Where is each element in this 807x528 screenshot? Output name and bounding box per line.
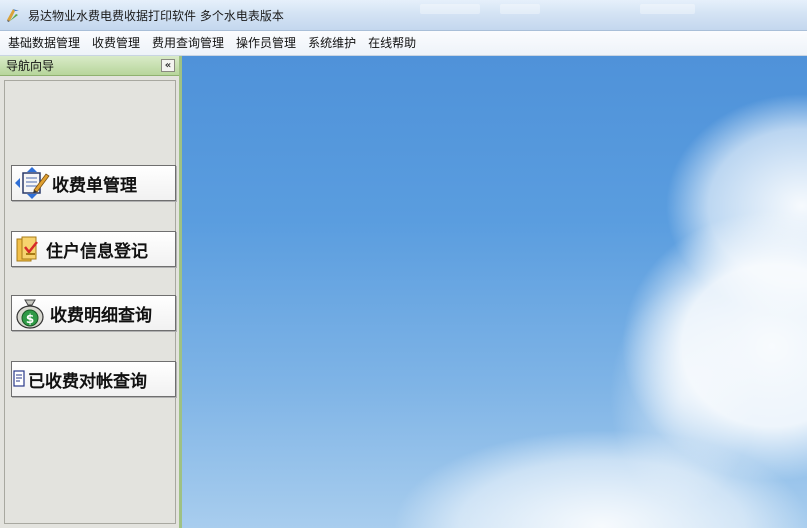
menu-operator-management[interactable]: 操作员管理	[230, 32, 302, 54]
collapse-button[interactable]: «	[161, 59, 175, 72]
nav-buttons-container: 收费单管理 住户信息登记 $ 收费明细查询 已收费对帐查询	[4, 80, 176, 524]
nav-button-label: 已收费对帐查询	[28, 371, 147, 392]
title-bar: 易达物业水费电费收据打印软件 多个水电表版本	[0, 0, 807, 31]
document-icon	[13, 370, 25, 387]
title-bar-decoration	[420, 4, 480, 14]
folder-check-icon	[16, 236, 38, 262]
menu-bar: 基础数据管理 收费管理 费用查询管理 操作员管理 系统维护 在线帮助	[0, 31, 807, 56]
app-window: 易达物业水费电费收据打印软件 多个水电表版本 基础数据管理 收费管理 费用查询管…	[0, 0, 807, 528]
nav-button-label: 收费单管理	[52, 175, 137, 196]
paid-reconciliation-query-button[interactable]: 已收费对帐查询	[11, 361, 176, 397]
notebook-pencil-icon	[15, 167, 50, 199]
nav-title: 导航向导	[6, 59, 55, 73]
title-bar-decoration	[640, 4, 695, 14]
menu-fee-query[interactable]: 费用查询管理	[146, 32, 230, 54]
menu-system-maintenance[interactable]: 系统维护	[302, 32, 362, 54]
charge-detail-query-button[interactable]: $ 收费明细查询	[11, 295, 176, 331]
resident-registration-button[interactable]: 住户信息登记	[11, 231, 176, 267]
nav-button-label: 住户信息登记	[46, 241, 148, 262]
main-content-area	[182, 56, 807, 528]
money-bag-icon: $	[16, 299, 44, 329]
navigation-panel: 导航向导 « 收费单管理 住户信息登记 $ 收费明细查询 已收费对帐查询	[0, 56, 182, 528]
svg-text:$: $	[26, 312, 34, 326]
nav-button-label: 收费明细查询	[50, 305, 152, 326]
menu-basic-data[interactable]: 基础数据管理	[0, 32, 86, 54]
window-title: 易达物业水费电费收据打印软件 多个水电表版本	[28, 8, 284, 23]
menu-online-help[interactable]: 在线帮助	[362, 32, 422, 54]
charge-bill-management-button[interactable]: 收费单管理	[11, 165, 176, 201]
title-bar-decoration	[500, 4, 540, 14]
menu-charge-management[interactable]: 收费管理	[86, 32, 146, 54]
nav-header: 导航向导 «	[0, 56, 179, 76]
app-logo-icon	[7, 9, 19, 22]
